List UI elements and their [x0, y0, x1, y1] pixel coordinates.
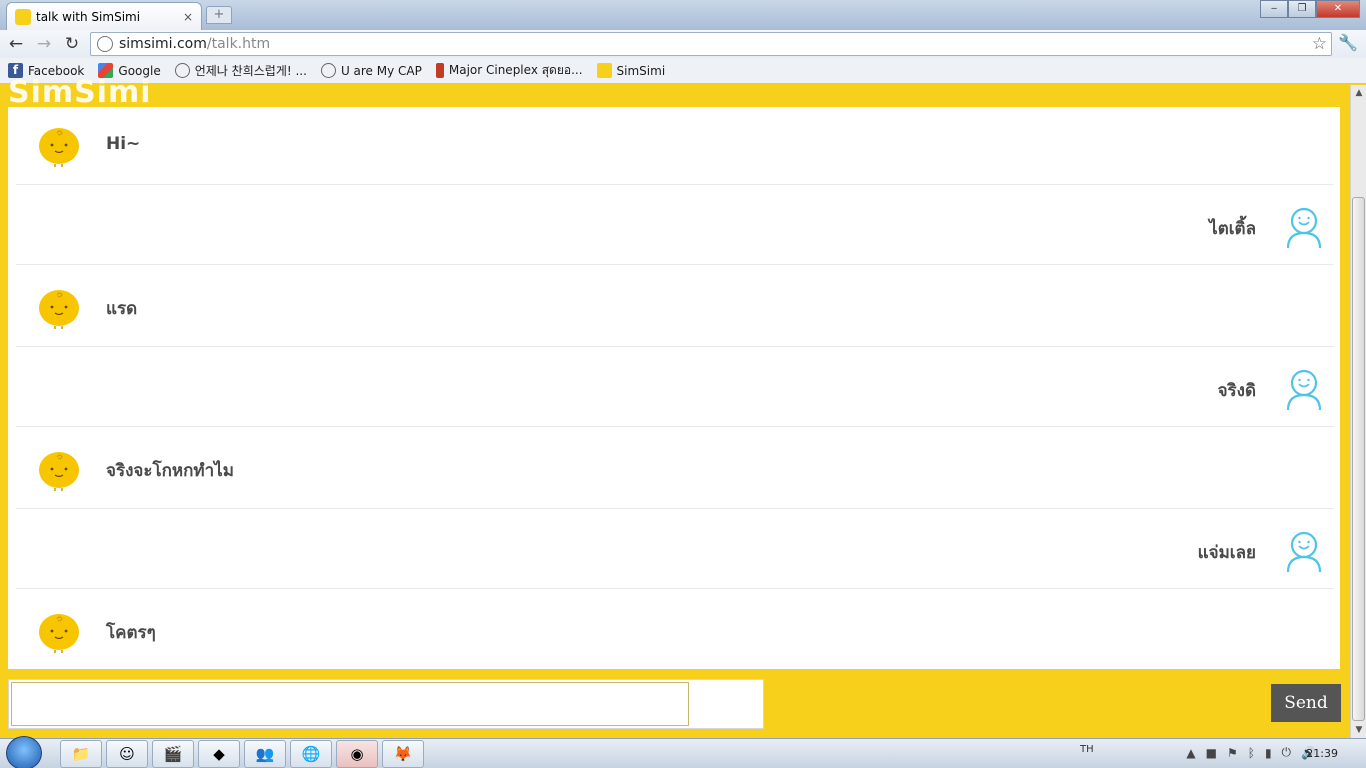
bookmark-label: 언제나 찬희스럽게! ... — [194, 64, 307, 78]
signal-icon[interactable]: ▮ — [1265, 746, 1272, 760]
simsimi-page: SimSimi Hi~ ไตเติ้ล แรด จริงดิ จริงจะโกห… — [0, 75, 1350, 738]
bluetooth-icon[interactable]: ᛒ — [1248, 746, 1255, 760]
browser-toolbar: ← → ↻ simsimi.com /talk.htm ☆ — [0, 30, 1366, 58]
bookmark-simsimi[interactable]: SimSimi — [596, 63, 666, 78]
message-input[interactable] — [11, 682, 689, 726]
scroll-down-icon[interactable]: ▼ — [1351, 722, 1366, 738]
bookmark-star-icon[interactable]: ☆ — [1312, 34, 1327, 54]
tab-title: talk with SimSimi — [36, 9, 141, 24]
user-avatar-icon — [1286, 531, 1322, 573]
globe-icon — [174, 63, 190, 78]
maximize-button[interactable]: ❐ — [1288, 0, 1316, 18]
message-text: แรด — [106, 299, 138, 319]
bookmark-label: Major Cineplex สุดยอ... — [448, 63, 583, 77]
user-message: จริงดิ — [16, 347, 1334, 427]
message-text: แจ่มเลย — [1197, 543, 1256, 563]
show-hidden-icons-icon[interactable]: ▲ — [1186, 746, 1195, 760]
action-center-flag-icon[interactable]: ⚑ — [1227, 746, 1238, 760]
close-tab-icon[interactable]: × — [183, 10, 193, 24]
scrollbar-thumb[interactable] — [1352, 197, 1365, 721]
user-message: แจ่มเลย — [16, 509, 1334, 589]
user-avatar-icon — [1286, 207, 1322, 249]
simsimi-favicon-icon — [15, 8, 31, 25]
window-controls: ‒ ❐ ✕ — [1260, 0, 1360, 18]
close-window-button[interactable]: ✕ — [1316, 0, 1360, 18]
message-input-container — [8, 679, 764, 729]
wrench-icon[interactable]: 🔧 — [1338, 33, 1358, 52]
page-scrollbar[interactable]: ▲ ▼ — [1350, 85, 1366, 738]
bookmark-u-are-my-cap[interactable]: U are My CAP — [320, 63, 422, 78]
user-avatar-icon — [1286, 369, 1322, 411]
sim-message: โคตรๆ — [16, 589, 1334, 669]
browser-titlebar: talk with SimSimi × + ‒ ❐ ✕ — [0, 0, 1366, 30]
simsimi-chick-icon — [39, 614, 79, 653]
simsimi-chick-icon — [39, 128, 79, 167]
forward-button[interactable]: → — [32, 32, 56, 56]
back-button[interactable]: ← — [4, 32, 28, 56]
bookmark-label: U are My CAP — [340, 63, 422, 78]
globe-icon — [97, 36, 113, 52]
messenger-taskbar-icon[interactable]: 👥 — [244, 740, 286, 768]
bookmarks-bar: f Facebook Google 언제나 찬희스럽게! ... U are M… — [0, 58, 1366, 84]
sim-message: แรด — [16, 265, 1334, 347]
windows-taskbar: 📁 ☺ 🎬 ◆ 👥 🌐 ◉ 🦊 TH ▲ ■ ⚑ ᛒ ▮ ⏻ 🔊 21:39 — [0, 736, 1366, 768]
network-taskbar-icon[interactable]: 🌐 — [290, 740, 332, 768]
send-button[interactable]: Send — [1271, 684, 1341, 722]
clock[interactable]: 21:39 — [1306, 747, 1338, 760]
chat-log: Hi~ ไตเติ้ล แรด จริงดิ จริงจะโกหกทำไม แจ… — [8, 107, 1340, 669]
new-tab-button[interactable]: + — [206, 6, 232, 24]
bookmark-korean[interactable]: 언제나 찬희스럽게! ... — [174, 62, 307, 79]
message-text: Hi~ — [106, 134, 141, 154]
globe-icon — [320, 63, 336, 78]
sim-message: Hi~ — [16, 107, 1334, 185]
address-bar[interactable]: simsimi.com /talk.htm ☆ — [90, 32, 1332, 56]
language-indicator[interactable]: TH — [1080, 744, 1094, 755]
message-text: จริงดิ — [1217, 381, 1256, 401]
media-taskbar-icon[interactable]: 🎬 — [152, 740, 194, 768]
simsimi-icon — [596, 63, 612, 78]
message-text: โคตรๆ — [106, 623, 156, 643]
bookmark-label: SimSimi — [616, 63, 666, 78]
picasa-taskbar-icon[interactable]: ◆ — [198, 740, 240, 768]
tray-app-icon[interactable]: ■ — [1206, 746, 1217, 760]
bookmark-major-cineplex[interactable]: Major Cineplex สุดยอ... — [435, 61, 583, 80]
reload-button[interactable]: ↻ — [60, 32, 84, 56]
power-icon[interactable]: ⏻ — [1282, 745, 1292, 760]
system-tray: ▲ ■ ⚑ ᛒ ▮ ⏻ 🔊 — [1186, 745, 1316, 760]
browser-tab[interactable]: talk with SimSimi × — [6, 2, 202, 30]
message-text: ไตเติ้ล — [1209, 219, 1256, 239]
url-host: simsimi.com — [119, 36, 207, 52]
start-button[interactable] — [6, 736, 42, 768]
sim-message: จริงจะโกหกทำไม — [16, 427, 1334, 509]
major-cineplex-icon — [435, 63, 444, 78]
simsimi-logo: SimSimi — [8, 75, 152, 110]
chrome-taskbar-icon[interactable]: ◉ — [336, 740, 378, 768]
app-taskbar-icon[interactable]: ☺ — [106, 740, 148, 768]
simsimi-chick-icon — [39, 290, 79, 329]
simsimi-chick-icon — [39, 452, 79, 491]
message-text: จริงจะโกหกทำไม — [106, 461, 234, 481]
scroll-up-icon[interactable]: ▲ — [1351, 85, 1366, 101]
url-path: /talk.htm — [206, 36, 271, 52]
minimize-button[interactable]: ‒ — [1260, 0, 1288, 18]
explorer-taskbar-icon[interactable]: 📁 — [60, 740, 102, 768]
user-message: ไตเติ้ล — [16, 185, 1334, 265]
firefox-taskbar-icon[interactable]: 🦊 — [382, 740, 424, 768]
